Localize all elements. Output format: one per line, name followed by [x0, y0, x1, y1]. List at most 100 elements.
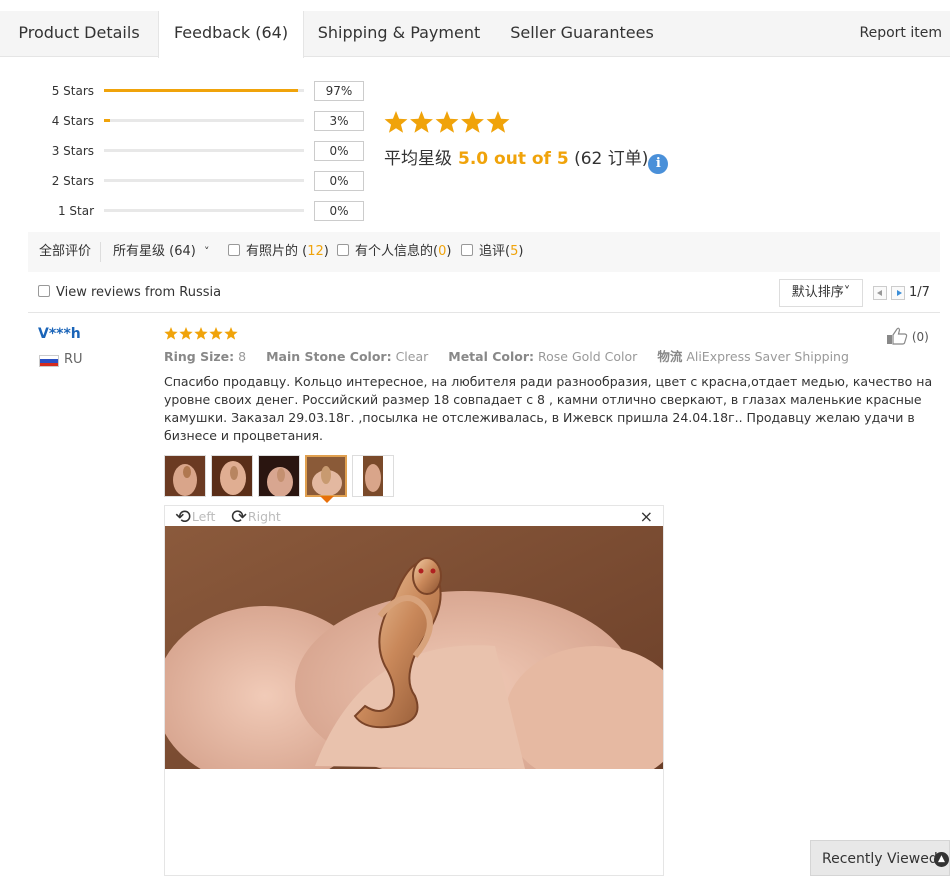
info-icon[interactable]: i: [648, 154, 669, 174]
star-icon: [224, 327, 238, 340]
average-rating-stars: [384, 110, 510, 138]
rotate-right-icon: ⟳: [231, 506, 247, 528]
checkbox[interactable]: [38, 285, 50, 297]
star-icon: [410, 111, 433, 133]
star-icon: [209, 327, 223, 340]
review-stars: [164, 326, 240, 346]
photo-viewer: ⟲Left ⟳Right ×: [164, 505, 664, 876]
tab-seller-guarantees[interactable]: Seller Guarantees: [494, 11, 670, 57]
checkbox[interactable]: [337, 244, 349, 256]
sort-dropdown[interactable]: 默认排序˅: [779, 279, 863, 307]
attribute-value: Rose Gold Color: [538, 349, 638, 364]
star-icon: [486, 111, 510, 133]
histogram-fill: [104, 89, 298, 92]
rotate-left-button[interactable]: ⟲Left: [175, 507, 215, 527]
histogram-percent: 0%: [314, 201, 364, 221]
average-rating: 平均星级 5.0 out of 5 (62 订单) i: [384, 146, 669, 174]
reviewer-country: RU: [64, 352, 83, 367]
divider: [100, 242, 101, 262]
star-filter-label: 所有星级 (64): [113, 244, 196, 259]
histogram-percent: 97%: [314, 81, 364, 101]
recently-viewed-label: Recently Viewed: [822, 851, 938, 867]
filter-with-photos[interactable]: 有照片的 (12): [228, 232, 329, 272]
filter-followup[interactable]: 追评(5): [461, 232, 523, 272]
review-photo-thumbnail[interactable]: [211, 455, 253, 497]
review-photo-thumbnail[interactable]: [258, 455, 300, 497]
chevron-up-icon: ▲: [934, 852, 949, 867]
review-photo-thumbnail-selected[interactable]: [305, 455, 347, 497]
histogram-row-5[interactable]: 5 Stars 97%: [30, 81, 370, 101]
page-indicator: 1/7: [909, 285, 930, 300]
tab-bar: Product Details Feedback (64) Shipping &…: [0, 11, 950, 58]
histogram-bar: [104, 119, 304, 122]
histogram-label: 5 Stars: [51, 84, 94, 98]
star-icon: [164, 327, 178, 340]
filter-with-personal-info[interactable]: 有个人信息的(0): [337, 232, 451, 272]
star-icon: [384, 111, 408, 133]
histogram-row-1[interactable]: 1 Star 0%: [30, 201, 370, 221]
close-icon[interactable]: ×: [640, 509, 653, 525]
histogram-label: 1 Star: [57, 204, 94, 218]
histogram-row-3[interactable]: 3 Stars 0%: [30, 141, 370, 161]
tab-feedback[interactable]: Feedback (64): [158, 11, 304, 58]
histogram-row-4[interactable]: 4 Stars 3%: [30, 111, 370, 131]
review-photo-thumbnail[interactable]: [164, 455, 206, 497]
attribute-name: 物流: [657, 349, 683, 364]
helpful-count: (0): [911, 330, 929, 344]
histogram-label: 2 Stars: [51, 174, 94, 188]
report-item-link[interactable]: Report item: [860, 11, 943, 55]
review-filter-bar: 全部评价 所有星级 (64) ˅ 有照片的 (12) 有个人信息的(0) 追评(…: [28, 232, 940, 272]
tab-shipping-payment[interactable]: Shipping & Payment: [304, 11, 494, 57]
attribute-value: Clear: [395, 349, 429, 364]
reviewer-name[interactable]: V***h: [38, 326, 81, 342]
star-icon: [461, 111, 484, 133]
star-icon: [194, 327, 208, 340]
helpful-button[interactable]: (0): [886, 327, 929, 347]
chevron-down-icon: ˅: [203, 245, 210, 258]
attribute-value: 8: [238, 349, 247, 364]
view-russia-filter[interactable]: View reviews from Russia: [38, 283, 221, 303]
prev-page-button[interactable]: [873, 286, 887, 300]
attribute-name: Main Stone Color:: [266, 349, 392, 364]
rotate-left-icon: ⟲: [175, 506, 191, 528]
flag-ru-icon: [39, 355, 59, 367]
histogram-bar: [104, 89, 304, 92]
review-photo-large: [165, 526, 663, 769]
chevron-left-icon: [877, 290, 882, 296]
rotate-right-button[interactable]: ⟳Right: [231, 507, 281, 527]
recently-viewed-tab[interactable]: Recently Viewed ▲: [810, 840, 950, 876]
thumb-up-icon: [887, 327, 908, 345]
star-filter-dropdown[interactable]: 所有星级 (64) ˅: [113, 232, 209, 272]
divider: [28, 312, 940, 313]
average-rating-value: 5.0 out of 5: [458, 149, 569, 169]
review-photo-thumbnail[interactable]: [352, 455, 394, 497]
histogram-row-2[interactable]: 2 Stars 0%: [30, 171, 370, 191]
histogram-bar: [104, 209, 304, 212]
selected-thumbnail-indicator: [320, 496, 334, 503]
histogram-percent: 0%: [314, 141, 364, 161]
checkbox[interactable]: [461, 244, 473, 256]
attribute-value: AliExpress Saver Shipping: [686, 349, 849, 364]
histogram-bar: [104, 179, 304, 182]
histogram-percent: 0%: [314, 171, 364, 191]
attribute-name: Metal Color:: [448, 349, 535, 364]
star-icon: [179, 327, 193, 340]
view-russia-label: View reviews from Russia: [56, 285, 222, 300]
order-count: (62 订单): [574, 149, 649, 169]
star-icon: [435, 111, 459, 133]
next-page-button[interactable]: [891, 286, 905, 300]
attribute-name: Ring Size:: [164, 349, 235, 364]
review-text: Спасибо продавцу. Кольцо интересное, на …: [164, 374, 933, 443]
filter-all-reviews[interactable]: 全部评价: [39, 232, 91, 272]
histogram-label: 4 Stars: [51, 114, 94, 128]
average-rating-label: 平均星级: [384, 149, 452, 169]
histogram-label: 3 Stars: [51, 144, 94, 158]
tab-product-details[interactable]: Product Details: [0, 11, 158, 57]
histogram-bar: [104, 149, 304, 152]
histogram-fill: [104, 119, 110, 122]
histogram-percent: 3%: [314, 111, 364, 131]
review-attributes: Ring Size: 8 Main Stone Color: Clear Met…: [164, 348, 865, 366]
chevron-right-icon: [897, 290, 902, 296]
checkbox[interactable]: [228, 244, 240, 256]
photo-viewer-toolbar: ⟲Left ⟳Right ×: [165, 506, 663, 528]
